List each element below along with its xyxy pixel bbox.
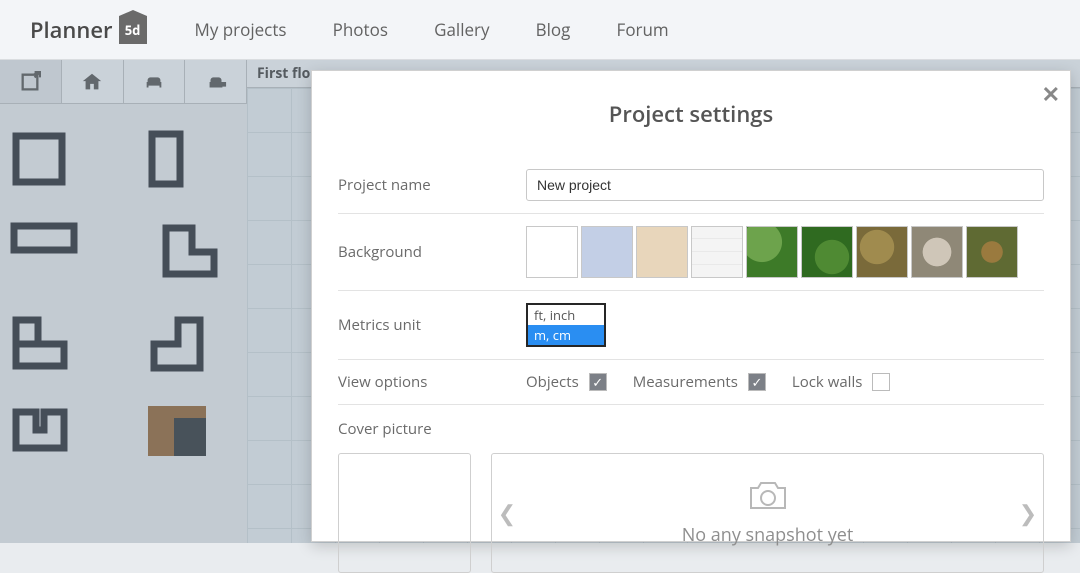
- shape-u[interactable]: [10, 406, 68, 452]
- tool-elements[interactable]: [185, 60, 247, 103]
- field-project-name: Project name: [338, 157, 1044, 214]
- metrics-dropdown[interactable]: ft, inch m, cm: [526, 303, 606, 347]
- logo[interactable]: Planner 5d: [30, 15, 147, 45]
- cover-carousel: ❮ No any snapshot yet ❯: [491, 453, 1044, 573]
- nav-gallery[interactable]: Gallery: [434, 18, 489, 41]
- project-settings-modal: ✕ Project settings Project name Backgrou…: [311, 70, 1071, 542]
- top-nav: Planner 5d My projects Photos Gallery Bl…: [0, 0, 1080, 60]
- shape-l3[interactable]: [148, 314, 206, 372]
- camera-icon: [747, 479, 789, 513]
- logo-badge: 5d: [119, 16, 147, 44]
- metrics-option-ft[interactable]: ft, inch: [528, 305, 604, 325]
- swatch-blue[interactable]: [581, 226, 633, 278]
- chk-measurements-label: Measurements: [633, 372, 738, 392]
- shape-wide-rect[interactable]: [10, 222, 80, 256]
- cover-thumb[interactable]: [338, 453, 471, 573]
- chk-objects-label: Objects: [526, 372, 579, 392]
- project-name-input[interactable]: [526, 169, 1044, 201]
- field-metrics: Metrics unit ft, inch m, cm: [338, 291, 1044, 360]
- swatch-grid[interactable]: [691, 226, 743, 278]
- chk-measurements[interactable]: ✓: [748, 373, 766, 391]
- shape-l1[interactable]: [160, 222, 218, 280]
- shape-palette: [10, 130, 240, 456]
- tool-furniture[interactable]: [124, 60, 186, 103]
- elements-icon: [204, 71, 228, 93]
- label-metrics: Metrics unit: [338, 315, 526, 335]
- swatch-white[interactable]: [526, 226, 578, 278]
- chk-lockwalls-label: Lock walls: [792, 372, 863, 392]
- cover-empty-text: No any snapshot yet: [682, 523, 854, 547]
- chk-lockwalls-group[interactable]: Lock walls: [792, 372, 891, 392]
- nav-links: My projects Photos Gallery Blog Forum: [195, 18, 711, 41]
- chk-objects[interactable]: ✓: [589, 373, 607, 391]
- field-view-options: View options Objects ✓ Measurements ✓ Lo…: [338, 360, 1044, 405]
- shape-tall-rect[interactable]: [148, 130, 186, 188]
- label-project-name: Project name: [338, 175, 526, 195]
- nav-forum[interactable]: Forum: [617, 18, 669, 41]
- shape-l2[interactable]: [10, 314, 68, 372]
- swatch-grass2[interactable]: [801, 226, 853, 278]
- swatch-gravel[interactable]: [911, 226, 963, 278]
- nav-blog[interactable]: Blog: [536, 18, 571, 41]
- chk-measurements-group[interactable]: Measurements ✓: [633, 372, 766, 392]
- fullscreen-icon: [19, 71, 41, 93]
- swatch-beige[interactable]: [636, 226, 688, 278]
- shape-cube[interactable]: [148, 406, 206, 456]
- metrics-option-m[interactable]: m, cm: [528, 325, 604, 345]
- tool-home[interactable]: [62, 60, 124, 103]
- swatch-grass1[interactable]: [746, 226, 798, 278]
- home-icon: [81, 71, 103, 93]
- carousel-prev-icon[interactable]: ❮: [492, 498, 522, 528]
- modal-title: Project settings: [312, 99, 1070, 129]
- label-background: Background: [338, 242, 526, 262]
- tool-fullscreen[interactable]: [0, 60, 62, 103]
- field-background: Background: [338, 214, 1044, 291]
- chk-objects-group[interactable]: Objects ✓: [526, 372, 607, 392]
- floor-label[interactable]: First flo: [257, 64, 310, 83]
- sofa-icon: [142, 71, 166, 93]
- shape-square[interactable]: [10, 130, 68, 188]
- field-cover: Cover picture ❮ No any snapshot yet ❯: [338, 405, 1044, 573]
- swatch-dirt[interactable]: [966, 226, 1018, 278]
- background-swatches: [526, 226, 1018, 278]
- swatch-sand[interactable]: [856, 226, 908, 278]
- nav-photos[interactable]: Photos: [333, 18, 388, 41]
- label-view: View options: [338, 372, 526, 392]
- logo-text: Planner: [30, 15, 113, 45]
- nav-my-projects[interactable]: My projects: [195, 18, 287, 41]
- carousel-next-icon[interactable]: ❯: [1013, 498, 1043, 528]
- left-toolbar: [0, 60, 247, 104]
- chk-lockwalls[interactable]: [872, 373, 890, 391]
- label-cover: Cover picture: [338, 405, 526, 439]
- close-icon[interactable]: ✕: [1042, 79, 1060, 109]
